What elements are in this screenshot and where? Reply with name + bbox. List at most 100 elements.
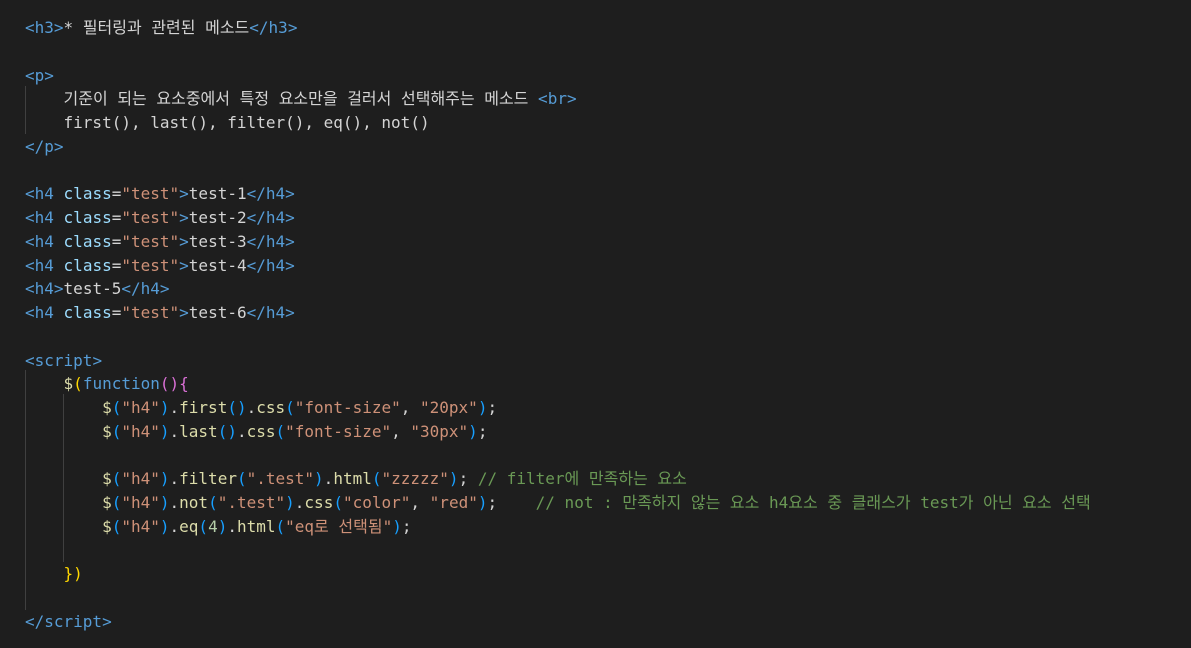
code-token: < <box>25 255 35 275</box>
code-token: ) <box>468 421 478 441</box>
code-token: ( <box>285 398 295 417</box>
code-line[interactable]: <h4 class="test">test-2</h4> <box>25 206 295 230</box>
code-token: </ <box>246 231 266 251</box>
code-token: h4 <box>265 184 286 204</box>
code-line[interactable]: <p> <box>25 64 54 88</box>
code-token: > <box>179 184 189 204</box>
code-token: . <box>169 398 180 417</box>
code-line[interactable]: first(), last(), filter(), eq(), not() <box>25 111 430 135</box>
code-token: br <box>547 89 567 109</box>
code-token: html <box>333 469 372 489</box>
code-token: h4 <box>140 279 160 299</box>
code-token: ; <box>487 398 498 417</box>
code-token: > <box>285 255 295 275</box>
code-token: "font-size" <box>294 398 401 417</box>
code-line[interactable]: $(function(){ <box>25 372 189 396</box>
code-editor[interactable]: <h3>* 필터링과 관련된 메소드</h3> <p> 기준이 되는 요소중에서 … <box>0 0 1191 648</box>
code-token: not <box>179 493 209 512</box>
code-token: () <box>217 421 237 441</box>
code-line[interactable]: <h4 class="test">test-3</h4> <box>25 230 295 254</box>
code-line[interactable]: <h3>* 필터링과 관련된 메소드</h3> <box>25 16 297 40</box>
code-token: ( <box>111 469 122 489</box>
code-token: ) <box>159 493 170 512</box>
code-token: ) <box>159 469 170 489</box>
code-token: </ <box>25 136 45 156</box>
code-token: 기준이 되는 요소중에서 특정 요소만을 걸러서 선택해주는 메소드 <box>25 89 539 109</box>
code-token: class <box>63 231 112 251</box>
code-token: ( <box>111 516 122 536</box>
code-token: ( <box>275 421 286 441</box>
code-token: ( <box>208 493 218 512</box>
code-token: "h4" <box>121 469 160 489</box>
code-line[interactable]: <h4 class="test">test-6</h4> <box>25 301 295 325</box>
code-token: ( <box>275 516 286 536</box>
code-line[interactable]: $("h4").last().css("font-size", "30px"); <box>25 420 487 444</box>
code-token: h4 <box>34 255 54 275</box>
code-token: . <box>169 493 180 512</box>
code-token: $ <box>63 374 74 394</box>
code-token: ; <box>401 516 412 536</box>
code-token: > <box>285 184 295 204</box>
code-token: h4 <box>265 231 286 251</box>
code-token: ( <box>73 374 83 394</box>
code-token: </ <box>121 279 141 299</box>
code-token: css <box>246 421 276 441</box>
code-token: ) <box>448 469 459 489</box>
code-token: > <box>285 303 295 322</box>
code-token: ; <box>487 493 536 512</box>
code-token: ) <box>159 398 170 417</box>
code-line[interactable]: <h4 class="test">test-1</h4> <box>25 182 295 206</box>
code-token: < <box>25 65 35 85</box>
code-token: > <box>53 18 64 37</box>
code-line[interactable]: <script> <box>25 349 102 373</box>
code-line[interactable]: $("h4").filter(".test").html("zzzzz"); /… <box>25 467 687 491</box>
code-line[interactable]: $("h4").eq(4).html("eq로 선택됨"); <box>25 515 411 539</box>
code-token: filter <box>179 469 237 489</box>
code-token: "h4" <box>121 398 160 417</box>
code-token: ".test" <box>246 469 315 489</box>
code-token: test-1 <box>188 184 247 204</box>
code-token: test-4 <box>188 255 247 275</box>
code-token: class <box>63 208 112 227</box>
code-line[interactable]: </script> <box>25 610 112 634</box>
code-token: ( <box>111 398 122 417</box>
code-token: h4 <box>34 231 54 251</box>
code-token: < <box>25 279 35 299</box>
code-token: }) <box>63 564 83 584</box>
code-token: ".test" <box>217 493 286 512</box>
code-token: h4 <box>34 303 54 322</box>
code-token: class <box>63 303 112 322</box>
code-token: </ <box>246 208 266 227</box>
code-line[interactable]: <h4 class="test">test-4</h4> <box>25 254 295 278</box>
code-token: </ <box>246 303 266 322</box>
code-line[interactable]: </p> <box>25 135 64 159</box>
code-line[interactable]: <h4>test-5</h4> <box>25 277 170 301</box>
code-token: < <box>25 231 35 251</box>
code-token: . <box>169 469 180 489</box>
code-token: > <box>53 136 64 156</box>
code-line[interactable]: }) <box>25 562 83 586</box>
code-token: h3 <box>268 18 288 37</box>
code-token: > <box>285 208 295 227</box>
code-token: . <box>323 469 334 489</box>
code-token: ) <box>285 493 295 512</box>
code-token: () <box>227 398 247 417</box>
code-token: "h4" <box>121 493 160 512</box>
code-token: class <box>63 184 112 204</box>
code-token: function <box>82 374 160 394</box>
code-token: ) <box>159 421 170 441</box>
code-token: "test" <box>121 303 180 322</box>
code-token: eq <box>179 516 199 536</box>
code-line[interactable]: $("h4").not(".test").css("color", "red")… <box>25 491 1091 515</box>
code-line[interactable]: $("h4").first().css("font-size", "20px")… <box>25 396 497 420</box>
code-token: "30px" <box>410 421 469 441</box>
code-token: h4 <box>34 184 54 204</box>
code-token: h4 <box>34 279 54 299</box>
code-line[interactable]: 기준이 되는 요소중에서 특정 요소만을 걸러서 선택해주는 메소드 <br> <box>25 87 577 111</box>
code-token: , <box>400 398 421 417</box>
code-token: = <box>111 184 122 204</box>
code-token: ( <box>236 469 247 489</box>
